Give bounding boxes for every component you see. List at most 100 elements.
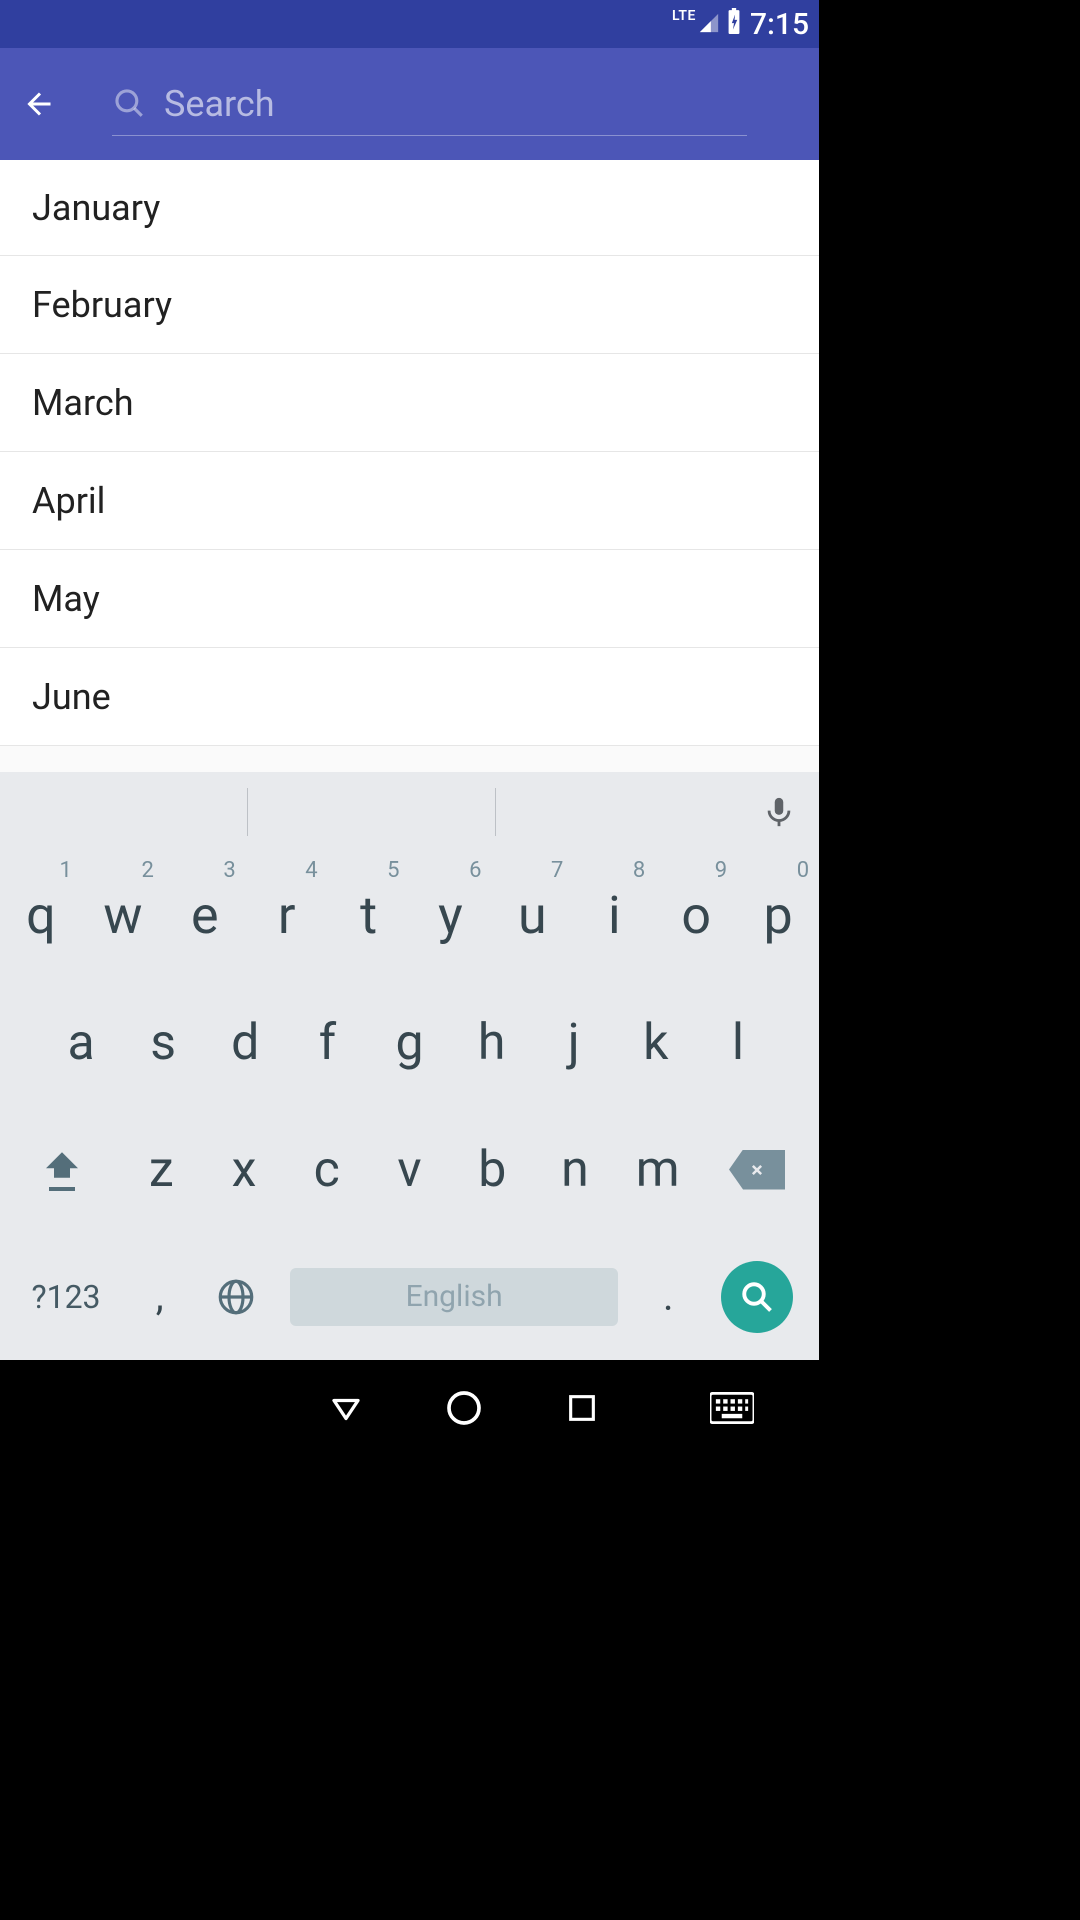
backspace-icon: [729, 1150, 785, 1190]
key-f[interactable]: f: [286, 979, 368, 1106]
key-hint: 8: [633, 858, 645, 883]
key-label: v: [397, 1141, 421, 1199]
key-hint: 3: [223, 858, 235, 883]
key-t[interactable]: 5t: [328, 852, 410, 979]
key-h[interactable]: h: [451, 979, 533, 1106]
key-hint: 5: [387, 858, 399, 883]
status-bar: LTE 7:15: [0, 0, 819, 48]
key-label: o: [681, 885, 711, 946]
key-label: ?123: [31, 1278, 100, 1316]
key-label: ,: [156, 1273, 164, 1320]
list-item[interactable]: June: [0, 648, 819, 746]
period-key[interactable]: .: [633, 1273, 704, 1320]
key-label: f: [319, 1014, 336, 1072]
list-item[interactable]: May: [0, 550, 819, 648]
key-label: x: [232, 1141, 257, 1199]
key-hint: 6: [469, 858, 481, 883]
key-c[interactable]: c: [285, 1106, 368, 1233]
key-m[interactable]: m: [616, 1106, 699, 1233]
mic-button[interactable]: [743, 776, 815, 848]
key-hint: 9: [715, 858, 727, 883]
list-item-label: January: [32, 187, 160, 229]
key-hint: 1: [60, 858, 72, 883]
key-j[interactable]: j: [533, 979, 615, 1106]
list-item-label: February: [32, 284, 172, 326]
backspace-key[interactable]: [699, 1106, 815, 1233]
key-x[interactable]: x: [203, 1106, 286, 1233]
key-o[interactable]: 9o: [655, 852, 737, 979]
key-label: a: [67, 1014, 94, 1072]
nav-recent-button[interactable]: [552, 1378, 612, 1438]
key-i[interactable]: 8i: [573, 852, 655, 979]
key-hint: 2: [141, 858, 153, 883]
list-item[interactable]: January: [0, 160, 819, 256]
symbols-key[interactable]: ?123: [8, 1278, 124, 1316]
key-a[interactable]: a: [40, 979, 122, 1106]
list-item[interactable]: March: [0, 354, 819, 452]
key-label: c: [314, 1141, 340, 1199]
key-label: m: [636, 1141, 680, 1199]
key-y[interactable]: 6y: [410, 852, 492, 979]
list-item-label: May: [32, 578, 100, 620]
key-label: s: [150, 1014, 176, 1072]
key-b[interactable]: b: [451, 1106, 534, 1233]
triangle-down-icon: [328, 1390, 364, 1426]
separator: [495, 788, 496, 836]
search-icon: [112, 86, 148, 122]
nav-home-button[interactable]: [434, 1378, 494, 1438]
key-u[interactable]: 7u: [491, 852, 573, 979]
square-icon: [565, 1391, 599, 1425]
comma-key[interactable]: ,: [124, 1273, 195, 1320]
search-action-key[interactable]: [704, 1261, 811, 1333]
key-label: d: [231, 1014, 259, 1072]
key-label: n: [561, 1141, 589, 1199]
battery-icon: [726, 8, 742, 41]
key-p[interactable]: 0p: [737, 852, 819, 979]
key-w[interactable]: 2w: [82, 852, 164, 979]
key-label: l: [732, 1014, 744, 1072]
shift-underline: [49, 1187, 75, 1191]
key-label: i: [608, 885, 621, 946]
key-label: g: [395, 1014, 423, 1072]
nav-back-button[interactable]: [316, 1378, 376, 1438]
key-label: e: [191, 885, 219, 946]
list-item[interactable]: April: [0, 452, 819, 550]
key-label: z: [149, 1141, 174, 1199]
key-label: j: [568, 1014, 580, 1072]
shift-key[interactable]: [4, 1106, 120, 1233]
nav-ime-button[interactable]: [710, 1378, 754, 1438]
search-input[interactable]: [164, 83, 747, 125]
search-icon: [739, 1279, 775, 1315]
soft-keyboard: 1q 2w 3e 4r 5t 6y 7u 8i 9o 0p a s d f g …: [0, 772, 819, 1360]
circle-icon: [444, 1388, 484, 1428]
key-g[interactable]: g: [368, 979, 450, 1106]
key-n[interactable]: n: [534, 1106, 617, 1233]
key-label: b: [478, 1141, 506, 1199]
results-list[interactable]: January February March April May June: [0, 160, 819, 772]
search-field-wrap[interactable]: [112, 72, 747, 136]
arrow-left-icon: [22, 86, 58, 122]
key-v[interactable]: v: [368, 1106, 451, 1233]
list-item[interactable]: February: [0, 256, 819, 354]
key-z[interactable]: z: [120, 1106, 203, 1233]
key-label: k: [643, 1014, 668, 1072]
key-row: 1q 2w 3e 4r 5t 6y 7u 8i 9o 0p: [0, 852, 819, 979]
signal-icon: [698, 8, 720, 41]
back-button[interactable]: [12, 76, 68, 132]
space-key[interactable]: English: [276, 1268, 633, 1326]
key-e[interactable]: 3e: [164, 852, 246, 979]
key-s[interactable]: s: [122, 979, 204, 1106]
key-k[interactable]: k: [615, 979, 697, 1106]
key-hint: 0: [797, 858, 809, 883]
language-key[interactable]: [195, 1276, 275, 1318]
clock: 7:15: [750, 7, 809, 42]
space-bar: English: [290, 1268, 618, 1326]
globe-icon: [215, 1276, 257, 1318]
key-label: r: [278, 885, 296, 946]
key-label: p: [764, 885, 793, 946]
key-l[interactable]: l: [697, 979, 779, 1106]
key-label: q: [26, 885, 56, 946]
key-r[interactable]: 4r: [246, 852, 328, 979]
key-q[interactable]: 1q: [0, 852, 82, 979]
key-d[interactable]: d: [204, 979, 286, 1106]
